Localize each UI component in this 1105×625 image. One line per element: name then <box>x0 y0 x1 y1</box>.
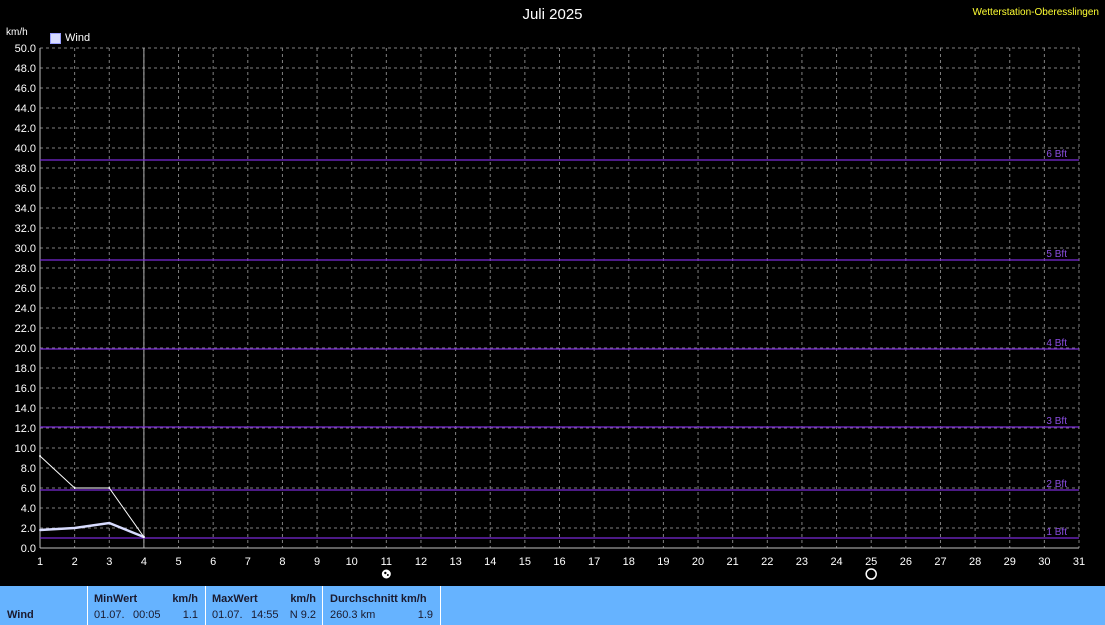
x-tick-label: 8 <box>279 556 285 568</box>
footer-label-cell: Wind <box>0 586 88 625</box>
y-tick-label: 22.0 <box>15 323 36 335</box>
y-tick-label: 12.0 <box>15 423 36 435</box>
min-date: 01.07. <box>94 609 125 621</box>
x-tick-label: 19 <box>657 556 669 568</box>
wind-chart: 1 Bft 2 Bft 3 Bft 4 Bft 5 Bft 6 Bft 0.0 2.0 4.0 6… <box>15 43 1085 580</box>
stats-footer: Wind MinWert km/h 01.07. 00:05 1.1 MaxWe… <box>0 586 1105 625</box>
beaufort-label: 6 Bft <box>1046 149 1067 160</box>
x-tick-label: 13 <box>449 556 461 568</box>
x-tick-label: 18 <box>623 556 635 568</box>
x-tick-label: 12 <box>415 556 427 568</box>
y-tick-label: 40.0 <box>15 143 36 155</box>
x-tick-label: 26 <box>900 556 912 568</box>
y-tick-label: 10.0 <box>15 443 36 455</box>
y-tick-label: 0.0 <box>21 543 36 555</box>
y-tick-label: 36.0 <box>15 183 36 195</box>
y-tick-label: 20.0 <box>15 343 36 355</box>
x-tick-label: 17 <box>588 556 600 568</box>
y-tick-label: 50.0 <box>15 43 36 55</box>
x-tick-label: 4 <box>141 556 147 568</box>
y-tick-label: 28.0 <box>15 263 36 275</box>
x-tick-label: 22 <box>761 556 773 568</box>
y-tick-label: 18.0 <box>15 363 36 375</box>
data-point <box>73 527 76 529</box>
min-value: 1.1 <box>182 609 198 621</box>
avg-value: 1.9 <box>417 609 433 621</box>
beaufort-label: 5 Bft <box>1046 249 1067 260</box>
x-tick-label: 5 <box>175 556 181 568</box>
max-unit: km/h <box>290 593 316 605</box>
max-header: MaxWert <box>212 593 258 605</box>
x-tick-label: 24 <box>830 556 842 568</box>
min-time: 00:05 <box>133 609 161 621</box>
data-point <box>108 487 111 489</box>
x-tick-label: 6 <box>210 556 216 568</box>
x-tick-label: 7 <box>245 556 251 568</box>
max-value-cell: MaxWert km/h 01.07. 14:55 N 9.2 <box>206 586 323 625</box>
y-tick-label: 26.0 <box>15 283 36 295</box>
x-tick-label: 16 <box>553 556 565 568</box>
footer-row-label: Wind <box>7 609 34 621</box>
average-cell: Durchschnitt km/h 260.3 km 1.9 <box>323 586 441 625</box>
full-moon-icon <box>381 569 391 579</box>
avg-distance: 260.3 km <box>330 609 376 621</box>
y-tick-label: 16.0 <box>15 383 36 395</box>
min-unit: km/h <box>172 593 198 605</box>
beaufort-label: 1 Bft <box>1046 527 1067 538</box>
moon-disc <box>381 569 391 579</box>
y-tick-label: 30.0 <box>15 243 36 255</box>
y-tick-label: 24.0 <box>15 303 36 315</box>
min-header: MinWert <box>94 593 138 605</box>
moon-outline <box>865 568 877 580</box>
y-tick-label: 46.0 <box>15 83 36 95</box>
min-value-cell: MinWert km/h 01.07. 00:05 1.1 <box>88 586 206 625</box>
x-tick-label: 30 <box>1038 556 1050 568</box>
y-tick-label: 14.0 <box>15 403 36 415</box>
x-tick-label: 14 <box>484 556 496 568</box>
y-tick-label: 38.0 <box>15 163 36 175</box>
x-tick-label: 3 <box>106 556 112 568</box>
y-tick-label: 44.0 <box>15 103 36 115</box>
beaufort-label: 3 Bft <box>1046 416 1067 427</box>
moon-crater <box>386 574 389 576</box>
beaufort-label: 4 Bft <box>1046 338 1067 349</box>
x-tick-label: 21 <box>727 556 739 568</box>
y-tick-label: 42.0 <box>15 123 36 135</box>
x-tick-label: 2 <box>72 556 78 568</box>
new-moon-icon <box>865 568 877 580</box>
y-tick-label: 4.0 <box>21 503 36 515</box>
x-tick-label: 27 <box>934 556 946 568</box>
moon-crater <box>384 571 387 575</box>
x-tick-label: 1 <box>37 556 43 568</box>
avg-header: Durchschnitt km/h <box>330 593 427 605</box>
x-tick-label: 25 <box>865 556 877 568</box>
y-tick-label: 2.0 <box>21 523 36 535</box>
data-point <box>108 522 111 524</box>
x-tick-label: 15 <box>519 556 531 568</box>
x-tick-label: 10 <box>346 556 358 568</box>
y-tick-label: 8.0 <box>21 463 36 475</box>
y-tick-label: 6.0 <box>21 483 36 495</box>
max-date: 01.07. <box>212 609 243 621</box>
x-tick-label: 9 <box>314 556 320 568</box>
max-time: 14:55 <box>251 609 279 621</box>
x-tick-label: 29 <box>1004 556 1016 568</box>
x-tick-label: 23 <box>796 556 808 568</box>
data-point <box>39 529 41 531</box>
y-tick-label: 32.0 <box>15 223 36 235</box>
y-tick-label: 34.0 <box>15 203 36 215</box>
y-tick-label: 48.0 <box>15 63 36 75</box>
x-tick-label: 28 <box>969 556 981 568</box>
x-tick-label: 31 <box>1073 556 1085 568</box>
data-point <box>39 455 41 457</box>
x-tick-label: 11 <box>381 556 392 568</box>
max-value: N 9.2 <box>289 609 316 621</box>
data-point <box>142 536 145 538</box>
wind-average-line <box>39 521 145 539</box>
data-point <box>73 487 76 489</box>
x-tick-label: 20 <box>692 556 704 568</box>
beaufort-label: 2 Bft <box>1046 479 1067 490</box>
